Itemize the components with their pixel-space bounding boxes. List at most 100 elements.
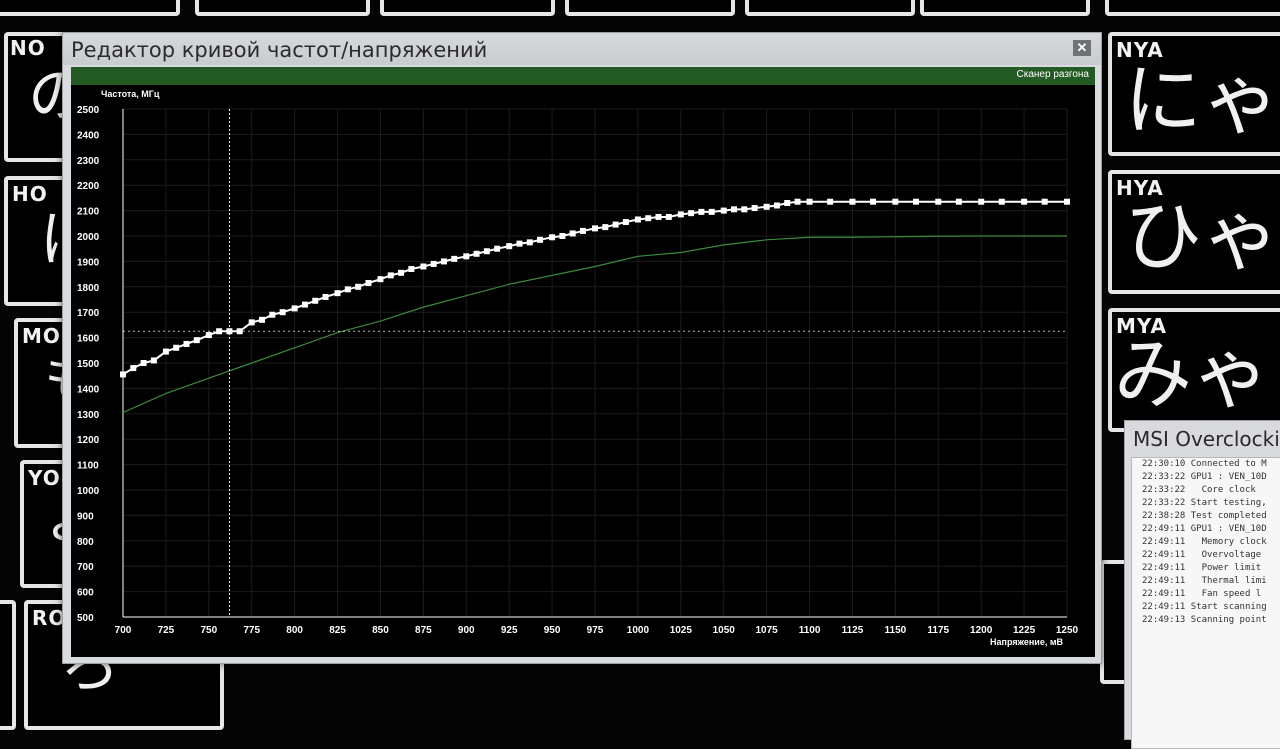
- curve-point[interactable]: [549, 234, 556, 241]
- curve-point[interactable]: [849, 198, 856, 205]
- curve-point[interactable]: [677, 211, 684, 218]
- curve-point[interactable]: [870, 198, 877, 205]
- curve-editor-window: Редактор кривой частот/напряжений ✕ Скан…: [62, 32, 1102, 664]
- x-tick-label: 825: [329, 625, 346, 636]
- wallpaper-label: NO: [10, 36, 46, 60]
- curve-point[interactable]: [1064, 198, 1070, 205]
- curve-point[interactable]: [398, 269, 405, 276]
- curve-point[interactable]: [279, 309, 286, 316]
- curve-point[interactable]: [408, 266, 415, 273]
- curve-point[interactable]: [140, 360, 147, 366]
- curve-point[interactable]: [955, 198, 962, 205]
- curve-point[interactable]: [440, 258, 447, 265]
- curve-point[interactable]: [935, 198, 942, 205]
- curve-point[interactable]: [365, 279, 372, 286]
- curve-point[interactable]: [355, 283, 362, 290]
- curve-point[interactable]: [579, 227, 586, 234]
- curve-point[interactable]: [741, 206, 748, 213]
- curve-point[interactable]: [451, 255, 458, 262]
- curve-point[interactable]: [763, 203, 770, 210]
- x-tick-label: 800: [286, 625, 303, 636]
- curve-point[interactable]: [978, 198, 985, 205]
- curve-point[interactable]: [794, 198, 801, 205]
- curve-point[interactable]: [120, 371, 126, 378]
- curve-point[interactable]: [334, 290, 341, 297]
- curve-point[interactable]: [559, 233, 566, 239]
- curve-point[interactable]: [731, 206, 738, 213]
- msi-window-title: MSI Overclocki: [1133, 427, 1280, 451]
- curve-point[interactable]: [516, 240, 523, 247]
- curve-point[interactable]: [312, 297, 319, 304]
- curve-point[interactable]: [784, 199, 791, 206]
- curve-point[interactable]: [665, 213, 672, 220]
- x-tick-label: 1000: [627, 625, 650, 636]
- curve-point[interactable]: [892, 198, 899, 205]
- x-tick-label: 750: [200, 625, 217, 636]
- curve-point[interactable]: [720, 207, 727, 214]
- curve-point[interactable]: [344, 286, 351, 293]
- curve-point[interactable]: [248, 319, 255, 326]
- curve-point[interactable]: [387, 272, 394, 279]
- log-line: 22:33:22 Start testing,: [1142, 498, 1267, 508]
- curve-point[interactable]: [430, 260, 437, 267]
- curve-point[interactable]: [150, 357, 157, 364]
- vf-curve-chart[interactable]: 500 600 700 800 900 1000 1100 1200 1300 1400 1500 1…: [71, 85, 1095, 657]
- curve-point[interactable]: [645, 215, 652, 222]
- curve-point[interactable]: [291, 305, 298, 312]
- editor-client-area: Сканер разгона 500 600 700 800 900 1000 1100 12…: [71, 67, 1095, 657]
- curve-point[interactable]: [301, 301, 308, 308]
- curve-point[interactable]: [569, 230, 576, 237]
- curve-point[interactable]: [483, 248, 490, 255]
- curve-point[interactable]: [193, 337, 200, 344]
- curve-point[interactable]: [827, 198, 834, 205]
- curve-point[interactable]: [473, 250, 480, 257]
- curve-point[interactable]: [698, 208, 705, 215]
- curve-point[interactable]: [688, 210, 695, 217]
- curve-point[interactable]: [494, 245, 501, 252]
- y-tick-label: 1200: [77, 435, 100, 446]
- x-axis-title: Напряжение, мВ: [990, 637, 1063, 647]
- curve-point[interactable]: [998, 198, 1005, 205]
- curve-point[interactable]: [162, 348, 169, 355]
- curve-point[interactable]: [708, 208, 715, 215]
- log-line: 22:30:10 Connected to M: [1142, 459, 1267, 469]
- curve-point[interactable]: [269, 311, 276, 318]
- curve-point[interactable]: [655, 213, 662, 220]
- curve-point[interactable]: [377, 276, 384, 283]
- curve-point[interactable]: [602, 224, 609, 231]
- curve-point[interactable]: [130, 365, 137, 372]
- curve-point[interactable]: [205, 332, 212, 339]
- curve-point[interactable]: [634, 216, 641, 223]
- curve-point[interactable]: [259, 316, 266, 323]
- curve-point[interactable]: [183, 340, 190, 347]
- oc-scanner-button[interactable]: Сканер разгона: [1017, 69, 1089, 80]
- y-tick-label: 2300: [77, 156, 100, 167]
- close-icon[interactable]: ✕: [1073, 40, 1091, 56]
- wallpaper-kana: みゃ: [1114, 330, 1271, 420]
- curve-point[interactable]: [592, 225, 598, 232]
- curve-point[interactable]: [463, 253, 470, 260]
- window-titlebar[interactable]: Редактор кривой частот/напряжений ✕: [63, 33, 1101, 65]
- log-line: 22:49:11 Memory clock: [1142, 537, 1267, 547]
- curve-point[interactable]: [622, 219, 629, 226]
- wallpaper-tile: [745, 0, 915, 16]
- y-tick-label: 700: [77, 562, 94, 573]
- curve-point[interactable]: [420, 263, 427, 270]
- curve-point[interactable]: [322, 293, 329, 300]
- curve-point[interactable]: [751, 205, 758, 212]
- curve-point[interactable]: [806, 198, 813, 205]
- curve-point[interactable]: [526, 239, 533, 246]
- y-tick-label: 500: [77, 613, 94, 624]
- y-tick-label: 1700: [77, 308, 100, 319]
- y-tick-label: 1100: [77, 461, 99, 472]
- y-tick-label: 900: [77, 511, 94, 522]
- curve-point[interactable]: [912, 198, 919, 205]
- curve-point[interactable]: [173, 344, 180, 351]
- curve-point[interactable]: [506, 243, 513, 250]
- curve-point[interactable]: [773, 202, 780, 209]
- curve-point[interactable]: [1021, 198, 1028, 205]
- curve-point[interactable]: [1041, 198, 1048, 205]
- log-line: 22:49:11 Start scanning: [1142, 602, 1267, 612]
- curve-point[interactable]: [612, 221, 619, 228]
- curve-point[interactable]: [537, 236, 544, 243]
